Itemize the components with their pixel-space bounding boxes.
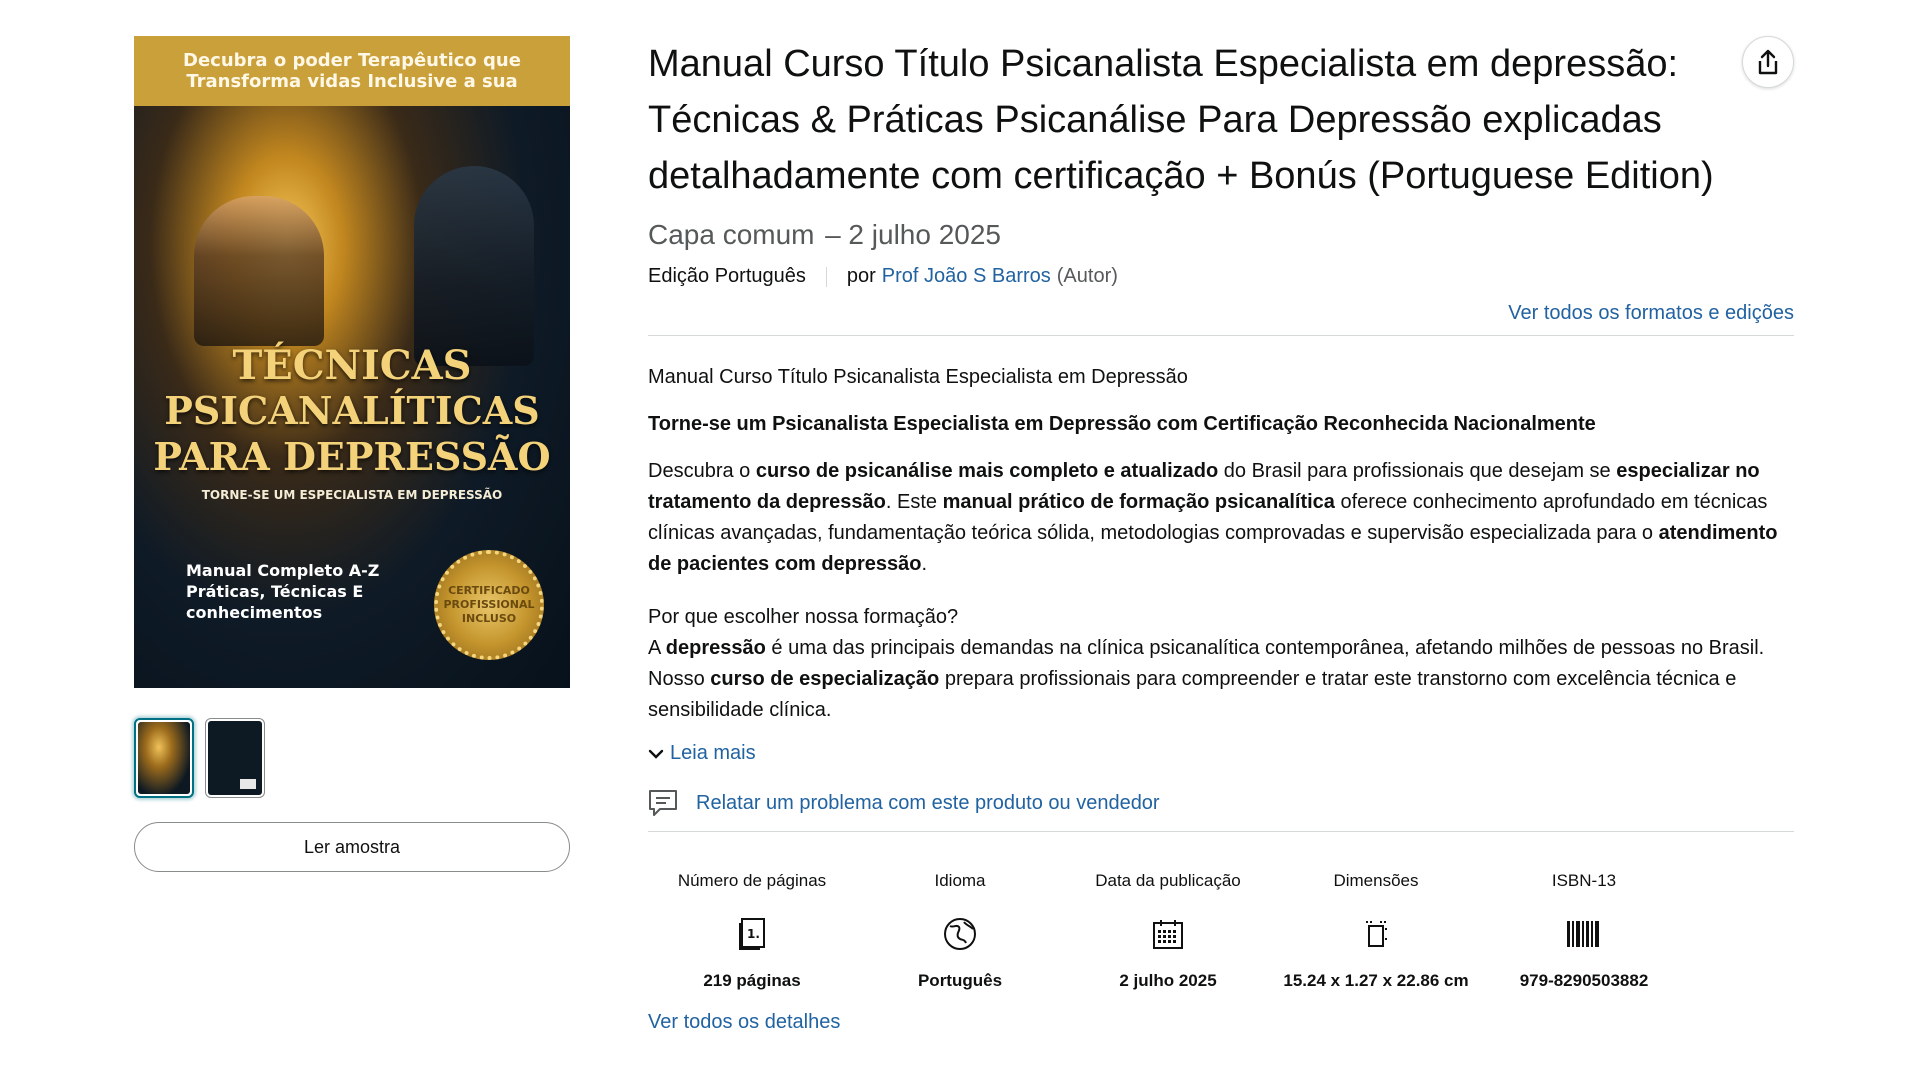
product-title-text: Manual Curso Título Psicanalista Especia… xyxy=(648,43,1714,197)
all-details-link[interactable]: Ver todos os detalhes xyxy=(648,1011,840,1033)
edition-label: Edição Português xyxy=(648,265,806,287)
thumbnail-back-image xyxy=(208,721,262,795)
detail-label: Data da publicação xyxy=(1095,870,1241,890)
cover-figure-patient xyxy=(414,166,534,366)
globe-icon xyxy=(944,918,976,950)
book-cover-image[interactable]: Decubra o poder Terapêutico que Transfor… xyxy=(134,36,570,688)
byline-separator xyxy=(825,266,827,287)
description-line1: Manual Curso Título Psicanalista Especia… xyxy=(648,366,1188,388)
detail-value: 2 julho 2025 xyxy=(1119,971,1217,990)
bold-text: curso de psicanálise mais completo e atu… xyxy=(755,460,1219,482)
book-description: Manual Curso Título Psicanalista Especia… xyxy=(648,362,1788,726)
detail-value: 979-8290503882 xyxy=(1519,971,1649,990)
detail-value: 219 páginas xyxy=(703,971,801,990)
thumbnail-back-cover[interactable] xyxy=(205,718,265,798)
detail-language[interactable]: Idioma Português xyxy=(856,852,1064,993)
read-sample-button[interactable]: Ler amostra xyxy=(134,822,570,872)
cover-figure-therapist xyxy=(194,196,324,346)
author-role: (Autor) xyxy=(1056,265,1118,287)
by-label: por xyxy=(846,265,876,287)
divider xyxy=(648,831,1794,832)
detail-publication-date[interactable]: Data da publicação 2 julho 2025 xyxy=(1064,852,1272,993)
product-title: Manual Curso Título Psicanalista Especia… xyxy=(648,36,1748,263)
detail-pages[interactable]: Número de páginas 1. 219 páginas xyxy=(648,852,856,993)
cover-title-line3: PARA DEPRESSÃO xyxy=(153,434,551,479)
report-problem[interactable]: Relatar um problema com este produto ou … xyxy=(648,789,1794,817)
chevron-down-icon xyxy=(648,749,664,759)
calendar-icon xyxy=(1153,920,1183,949)
detail-label: ISBN-13 xyxy=(1551,870,1617,890)
cover-title-line1: TÉCNICAS xyxy=(232,342,472,389)
bold-text: depressão xyxy=(665,637,766,659)
cover-banner: Decubra o poder Terapêutico que Transfor… xyxy=(134,36,570,106)
barcode-icon xyxy=(1567,921,1599,947)
product-details-carousel: Número de páginas 1. 219 páginas Idioma … xyxy=(648,852,1688,993)
share-icon xyxy=(1758,49,1778,75)
cover-title-line2: PSICANALÍTICAS xyxy=(164,388,540,433)
thumbnail-strip xyxy=(134,718,570,798)
detail-label: Número de páginas xyxy=(677,870,827,890)
text: A xyxy=(648,637,666,659)
cover-seal: CERTIFICADO PROFISSIONAL INCLUSO xyxy=(434,550,544,660)
svg-text:1.: 1. xyxy=(747,927,760,941)
detail-value: Português xyxy=(917,971,1003,990)
cover-subtitle: TORNE-SE UM ESPECIALISTA EM DEPRESSÃO xyxy=(201,488,503,502)
thumbnail-front-cover[interactable] xyxy=(134,718,194,798)
divider xyxy=(648,335,1794,336)
text: do Brasil para profissionais que desejam… xyxy=(1218,460,1617,482)
text: . xyxy=(921,553,928,575)
cover-features: Manual Completo A-Z Práticas, Técnicas E… xyxy=(186,561,380,622)
report-problem-link[interactable]: Relatar um problema com este produto ou … xyxy=(696,792,1160,815)
description-paragraph1: Descubra o curso de psicanálise mais com… xyxy=(648,456,1788,580)
text: Descubra o xyxy=(648,460,756,482)
text: . Este xyxy=(885,491,943,513)
dimensions-icon xyxy=(1366,921,1387,947)
detail-label: Dimensões xyxy=(1333,870,1419,890)
read-more-toggle[interactable]: Leia mais xyxy=(648,742,1794,765)
thumbnail-front-image xyxy=(138,722,190,794)
description-paragraph2: Por que escolher nossa formação? A depre… xyxy=(648,602,1788,726)
book-pages-icon: 1. xyxy=(739,918,765,950)
publication-date-header: – 2 julho 2025 xyxy=(825,219,1002,250)
all-formats-link[interactable]: Ver todos os formatos e edições xyxy=(1508,302,1794,324)
detail-isbn13[interactable]: ISBN-13 979-8290503882 xyxy=(1480,852,1688,993)
detail-label: Idioma xyxy=(934,870,986,890)
detail-dimensions[interactable]: Dimensões 15.24 x 1.27 x 22.86 cm xyxy=(1272,852,1480,993)
image-gallery: Decubra o poder Terapêutico que Transfor… xyxy=(134,36,570,872)
author-link[interactable]: Prof João S Barros xyxy=(882,265,1051,288)
bold-text: curso de especialização xyxy=(710,668,940,690)
comment-icon xyxy=(649,790,677,816)
share-button[interactable] xyxy=(1742,36,1794,88)
byline: Edição Português por Prof João S Barros … xyxy=(648,265,1794,288)
question-text: Por que escolher nossa formação? xyxy=(648,606,959,628)
binding-type: Capa comum xyxy=(648,219,815,250)
bold-text: manual prático de formação psicanalítica xyxy=(942,491,1335,513)
detail-value: 15.24 x 1.27 x 22.86 cm xyxy=(1283,971,1469,990)
product-details: Manual Curso Título Psicanalista Especia… xyxy=(648,36,1794,1034)
read-more-link[interactable]: Leia mais xyxy=(670,742,756,765)
description-headline: Torne-se um Psicanalista Especialista em… xyxy=(648,413,1596,435)
